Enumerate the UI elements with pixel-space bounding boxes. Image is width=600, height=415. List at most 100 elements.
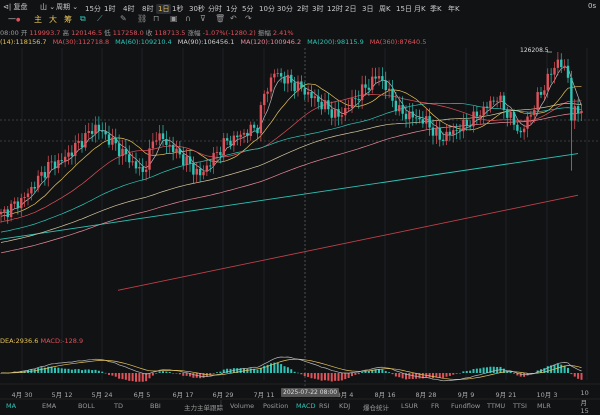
timeframe-6[interactable]: 30秒 [189, 4, 205, 14]
candle [94, 124, 97, 134]
tab-主力主单跟踪[interactable]: 主力主单跟踪 [184, 402, 223, 412]
timeframe-21[interactable]: 年K [448, 4, 460, 14]
timeframe-16[interactable]: 3日 [362, 4, 373, 14]
macd-bar [391, 373, 394, 375]
macd-bar [384, 371, 387, 373]
candle [104, 131, 107, 135]
redo-icon[interactable]: ↷ [245, 14, 252, 23]
candle [212, 152, 215, 166]
macd-bar [138, 373, 141, 382]
macd-bar [290, 369, 293, 373]
candle [23, 197, 26, 199]
link-icon[interactable]: ⛓ [137, 14, 147, 23]
candle [107, 134, 111, 145]
candle [222, 138, 225, 156]
macd-bar [70, 369, 73, 373]
period-select[interactable]: 周期 ⌄ [56, 2, 78, 12]
timeframe-14[interactable]: 12时 [327, 4, 343, 14]
candle [171, 144, 175, 153]
candle [67, 152, 70, 157]
timeframe-18[interactable]: 15日 [396, 4, 412, 14]
camera-icon[interactable]: ▣ [170, 14, 178, 23]
timeframe-5[interactable]: 1秒 [172, 4, 183, 14]
macd-bar [357, 373, 360, 375]
replay-button[interactable]: ⊲| 复盘 [3, 2, 27, 12]
candle [249, 124, 252, 137]
candle [448, 131, 452, 135]
macd-bar [141, 373, 144, 382]
macd-bar [344, 373, 347, 380]
candle [178, 148, 182, 155]
timeframe-10[interactable]: 10分 [259, 4, 275, 14]
candle [441, 139, 445, 142]
line-dot-icon[interactable]: —● [8, 14, 20, 23]
macd-bar [475, 368, 478, 373]
chips-button[interactable]: 筹 [64, 14, 72, 25]
timeframe-9[interactable]: 5分 [242, 4, 253, 14]
ma-legend: (14):118156.7 MA(30):112718.8 MA(60):10921… [0, 38, 600, 46]
macd-bar [570, 373, 573, 375]
candle [9, 203, 13, 218]
candle [131, 161, 134, 163]
macd-bar [347, 373, 350, 378]
timeframe-8[interactable]: 1分 [226, 4, 237, 14]
ma-legend-item: MA(30):112718.8 [52, 38, 110, 46]
candle [175, 148, 178, 153]
copy-icon[interactable]: ⧉ [80, 14, 86, 24]
timeframe-1[interactable]: 1时 [104, 4, 115, 14]
ma-legend-item: MA(90):106456.1 [177, 38, 235, 46]
candle [327, 100, 330, 110]
timeframe-11[interactable]: 30分 [277, 4, 293, 14]
candle [371, 76, 374, 90]
candle [489, 100, 492, 108]
timeframe-20[interactable]: 季K [430, 4, 442, 14]
candle [219, 152, 222, 156]
timeframe-0[interactable]: 15分 [85, 4, 101, 14]
timeframe-13[interactable]: 3时 [312, 4, 323, 14]
candle [3, 209, 6, 212]
candle [411, 111, 414, 118]
date-tick: 8月 16 [374, 391, 396, 399]
timeframe-19[interactable]: 月K [414, 4, 426, 14]
candle [70, 152, 74, 156]
macd-bar [57, 367, 60, 373]
ruler-icon[interactable]: ⟋ [97, 14, 103, 24]
timeframe-17[interactable]: 周K [379, 4, 391, 14]
macd-bar [445, 373, 448, 377]
main-force-button[interactable]: 主 [34, 14, 42, 25]
candle [495, 100, 499, 102]
chart-type-select[interactable]: 山 ⌄ [40, 2, 55, 12]
tab-爆仓统计[interactable]: 爆仓统计 [363, 402, 389, 412]
candle [580, 110, 583, 114]
macd-bar [398, 373, 401, 378]
magnet-icon[interactable]: ∩ [185, 14, 191, 23]
macd-bar [128, 373, 131, 381]
big-order-button[interactable]: 大 [49, 14, 57, 25]
candle [276, 73, 279, 74]
macd-bar [381, 369, 384, 373]
timeframe-15[interactable]: 2日 [345, 4, 356, 14]
timeframe-4[interactable]: 1日 [156, 4, 172, 14]
macd-bar [286, 367, 289, 373]
candle [74, 142, 77, 156]
macd-bar [84, 369, 87, 373]
candle [360, 84, 364, 101]
macd-bar [162, 371, 164, 373]
macd-bar [492, 366, 495, 373]
candle [387, 88, 391, 91]
macd-bar [101, 371, 104, 373]
timeframe-7[interactable]: 分时 [208, 4, 222, 14]
pen-icon[interactable]: ✎ [120, 14, 127, 23]
timeframe-12[interactable]: 2时 [297, 4, 308, 14]
trash-icon[interactable]: 🗑 [215, 14, 225, 23]
filter-icon[interactable]: ⊽ [200, 14, 206, 23]
kline-chart[interactable] [0, 0, 600, 409]
lock-icon[interactable]: ⊓ [153, 14, 159, 23]
timeframe-2[interactable]: 4时 [123, 4, 134, 14]
candle [141, 167, 144, 172]
undo-icon[interactable]: ↶ [230, 14, 237, 23]
candle [323, 100, 327, 110]
timeframe-3[interactable]: 8时 [142, 4, 153, 14]
macd-bar [401, 373, 404, 379]
macd-bar [432, 373, 434, 379]
